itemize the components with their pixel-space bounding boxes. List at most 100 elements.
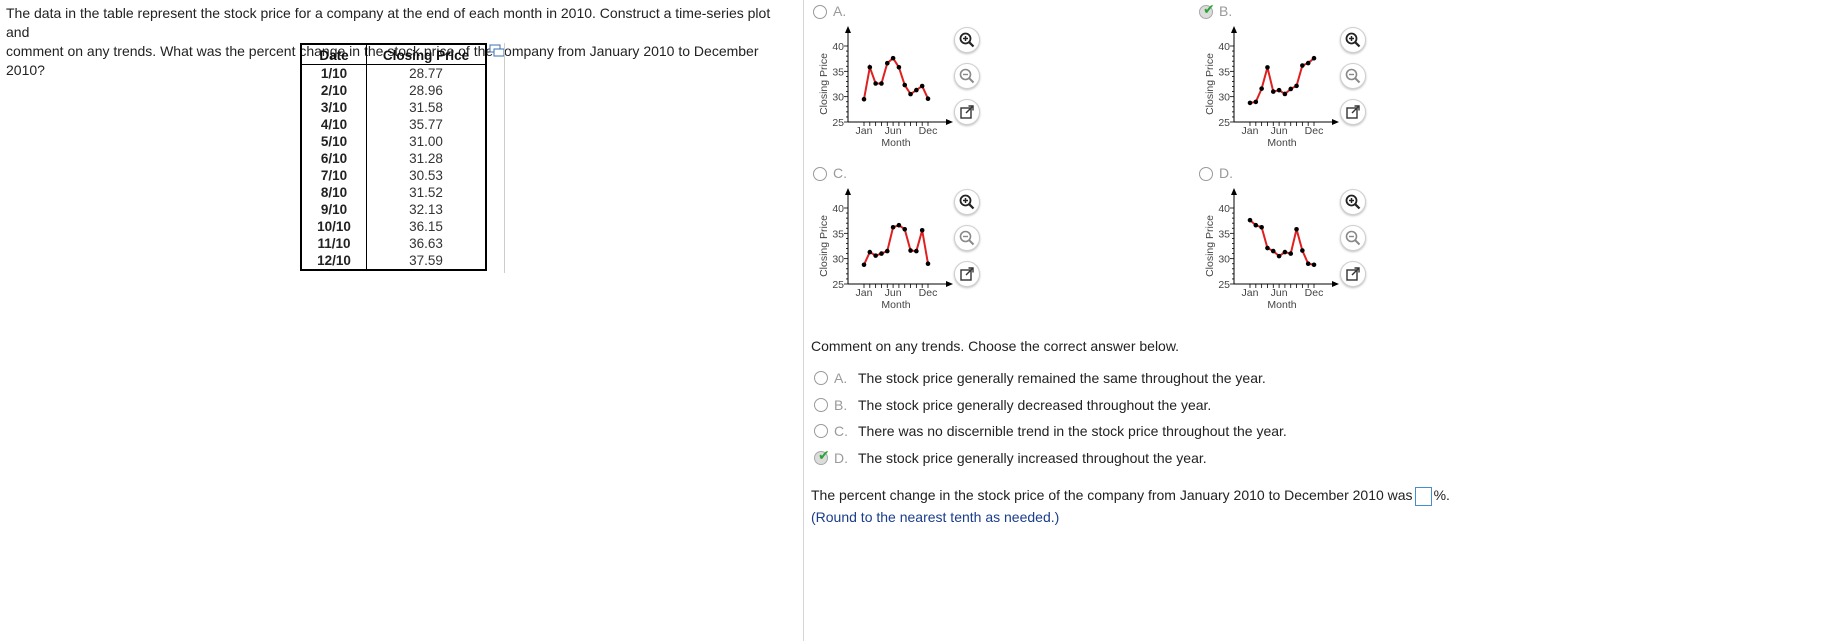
zoom-out-button-d[interactable]: [1340, 225, 1366, 251]
zoom-out-button-c[interactable]: [954, 225, 980, 251]
data-point: [1311, 55, 1317, 61]
zoom-out-button-b[interactable]: [1340, 63, 1366, 89]
data-point: [1265, 65, 1270, 70]
answer-radio[interactable]: ✔: [814, 448, 830, 465]
data-point: [867, 249, 873, 255]
time-series-chart-b: 25 30 35 40 Jan Jun Dec Month Closing Price: [1204, 26, 1339, 149]
x-tick-label: Jan: [1242, 125, 1259, 137]
zoom-in-icon: [959, 194, 975, 210]
data-point: [1288, 251, 1294, 256]
x-tick-label: Jan: [856, 125, 873, 137]
stock-price-table: Date Closing Price 1/10 28.77 2/10 28.96 3/1…: [300, 43, 487, 271]
graph-option-a-radio[interactable]: [813, 5, 827, 19]
percent-change-text: The percent change in the stock price of…: [811, 487, 1413, 504]
data-point: [919, 83, 925, 89]
popout-button-b[interactable]: [1340, 99, 1366, 125]
data-point: [1259, 224, 1264, 230]
data-point: [879, 81, 884, 86]
header-closing-price: Closing Price: [366, 44, 486, 65]
data-point: [1294, 83, 1299, 89]
popout-button-d[interactable]: [1340, 261, 1366, 287]
y-tick-label: 40: [832, 41, 844, 53]
data-point: [1288, 86, 1294, 92]
zoom-in-button-c[interactable]: [954, 189, 980, 215]
data-point: [1247, 217, 1253, 223]
data-point: [861, 96, 867, 102]
table-row: 4/10 35.77: [301, 116, 486, 133]
popout-icon: [960, 105, 974, 119]
y-tick-label: 40: [832, 203, 844, 215]
y-tick-label: 35: [1218, 66, 1230, 78]
data-point: [1294, 226, 1299, 232]
data-point: [1311, 262, 1317, 268]
answer-letter: B.: [834, 397, 848, 413]
y-tick-label: 35: [832, 66, 844, 78]
table-row: 6/10 31.28: [301, 150, 486, 167]
popout-button-c[interactable]: [954, 261, 980, 287]
data-point: [867, 64, 873, 70]
popout-button-a[interactable]: [954, 99, 980, 125]
table-divider: [504, 43, 505, 273]
copy-table-icon[interactable]: [489, 44, 505, 58]
answer-letter: A.: [834, 370, 848, 386]
zoom-in-button-b[interactable]: [1340, 27, 1366, 53]
data-point: [1300, 248, 1305, 253]
data-point: [925, 96, 931, 101]
y-tick-label: 30: [832, 254, 844, 266]
x-axis-arrow: [1332, 281, 1339, 287]
data-point: [1265, 245, 1270, 251]
data-point: [884, 60, 890, 66]
panel-divider: [803, 0, 804, 641]
graph-option-c-radio[interactable]: [813, 167, 827, 181]
date-cell: 4/10: [301, 116, 367, 133]
data-point: [902, 82, 908, 88]
data-point: [873, 253, 878, 258]
y-tick-label: 25: [1218, 117, 1230, 129]
x-tick-label: Dec: [919, 287, 938, 299]
y-tick-label: 35: [832, 228, 844, 240]
table-row: 2/10 28.96: [301, 82, 486, 99]
graph-option-b-label: B.: [1219, 3, 1233, 19]
zoom-in-icon: [1345, 32, 1361, 48]
graph-option-b-radio[interactable]: ✔: [1199, 2, 1215, 19]
percent-input[interactable]: [1414, 487, 1432, 506]
y-tick-label: 30: [1218, 254, 1230, 266]
popout-icon: [1346, 105, 1360, 119]
y-tick-label: 40: [1218, 203, 1230, 215]
data-point: [919, 227, 925, 233]
price-cell: 31.58: [409, 100, 443, 115]
price-cell: 37.59: [409, 253, 443, 268]
y-tick-label: 35: [1218, 228, 1230, 240]
data-point: [902, 226, 908, 232]
data-point: [908, 91, 913, 97]
y-axis-arrow: [845, 26, 851, 33]
question-line-1: The data in the table represent the stoc…: [6, 5, 771, 40]
x-axis-label: Month: [881, 299, 910, 311]
graph-option-c-label: C.: [833, 165, 847, 181]
table-row: 7/10 30.53: [301, 167, 486, 184]
date-cell: 2/10: [301, 82, 367, 99]
answer-radio[interactable]: [814, 424, 828, 438]
data-point: [890, 55, 896, 61]
zoom-out-icon: [1345, 230, 1361, 246]
answer-letter: D.: [834, 450, 848, 466]
data-point: [1276, 253, 1282, 259]
data-point: [896, 64, 902, 70]
data-point: [879, 251, 884, 256]
table-row: 5/10 31.00: [301, 133, 486, 150]
zoom-in-button-a[interactable]: [954, 27, 980, 53]
data-point: [896, 222, 902, 228]
answer-text: There was no discernible trend in the st…: [858, 423, 1287, 439]
answer-radio[interactable]: [814, 371, 828, 385]
answer-radio[interactable]: [814, 398, 828, 412]
x-tick-label: Dec: [1305, 125, 1324, 137]
table-row: 10/10 36.15: [301, 218, 486, 235]
date-cell: 11/10: [301, 235, 367, 252]
x-tick-label: Jan: [1242, 287, 1259, 299]
graph-option-d-radio[interactable]: [1199, 167, 1213, 181]
zoom-out-button-a[interactable]: [954, 63, 980, 89]
data-point: [1253, 99, 1259, 105]
data-point: [1270, 89, 1276, 94]
rounding-hint: (Round to the nearest tenth as needed.): [811, 509, 1060, 525]
zoom-in-button-d[interactable]: [1340, 189, 1366, 215]
